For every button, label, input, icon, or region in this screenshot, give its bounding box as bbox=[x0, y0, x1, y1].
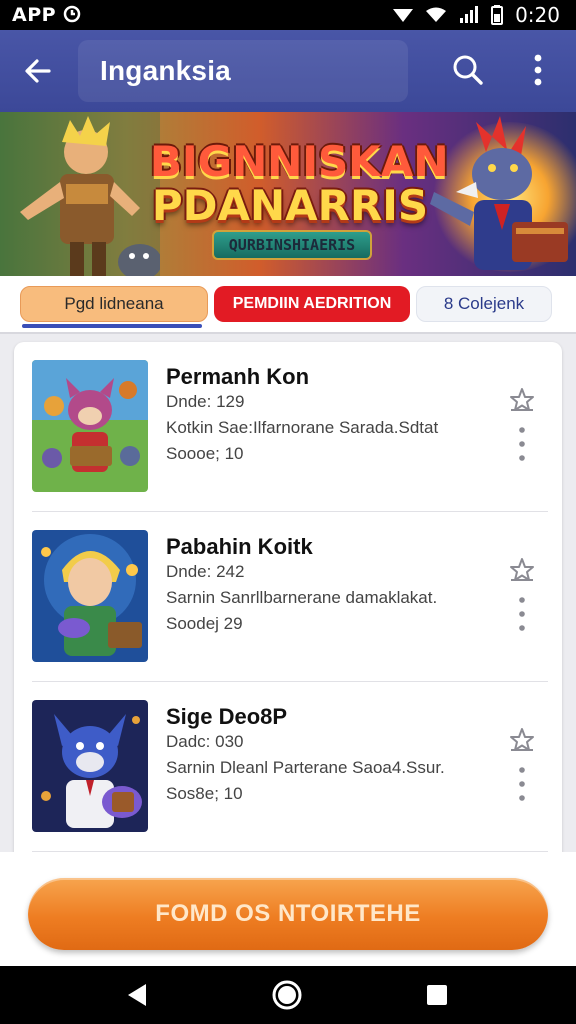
tab-bar: Pgd lidneana PEMDIIN AEDRITION 8 Colejen… bbox=[0, 276, 576, 334]
nav-back-button[interactable] bbox=[120, 978, 154, 1012]
item-thumbnail bbox=[32, 700, 148, 832]
banner-plaque: QURBINSHIAERIS bbox=[212, 230, 372, 260]
signal-icon bbox=[393, 9, 414, 22]
primary-action-button[interactable]: FOMD OS NTOIRTEHE bbox=[28, 878, 548, 950]
status-app-label: APP bbox=[12, 4, 81, 26]
favorite-star-icon[interactable] bbox=[508, 726, 536, 754]
list-item[interactable]: Pabahin Koitk Dnde: 242 Sarnin Sanrllbar… bbox=[14, 512, 562, 682]
status-icons: 0:20 bbox=[393, 3, 560, 27]
status-time: 0:20 bbox=[515, 3, 560, 27]
game-list: Permanh Kon Dnde: 129 Kotkin Sae:Ilfarno… bbox=[14, 342, 562, 862]
search-button[interactable] bbox=[446, 48, 490, 92]
item-title: Permanh Kon bbox=[166, 364, 310, 389]
item-description: Kotkin Sae:Ilfarnorane Sarada.Sdtat bbox=[166, 418, 439, 437]
tab-pgd-lidneana[interactable]: Pgd lidneana bbox=[20, 286, 208, 322]
tab-pemdiin-aedrition[interactable]: PEMDIIN AEDRITION bbox=[214, 286, 410, 322]
item-thumbnail bbox=[32, 360, 148, 492]
list-item[interactable]: Sige Deo8P Dadc: 030 Sarnin Dleanl Parte… bbox=[14, 682, 562, 852]
favorite-star-icon[interactable] bbox=[508, 556, 536, 584]
cell-bars-icon bbox=[460, 6, 479, 23]
item-thumbnail bbox=[32, 530, 148, 662]
item-thumbnail-art bbox=[32, 700, 148, 832]
nav-home-button[interactable] bbox=[270, 978, 304, 1012]
favorite-star-icon[interactable] bbox=[508, 386, 536, 414]
item-code: Dnde: 242 bbox=[166, 562, 245, 581]
item-score: Soodej 29 bbox=[166, 614, 243, 633]
item-thumbnail-art bbox=[32, 360, 148, 492]
list-item[interactable]: Permanh Kon Dnde: 129 Kotkin Sae:Ilfarno… bbox=[14, 342, 562, 512]
banner-hero-left-illustration bbox=[0, 112, 160, 276]
status-app-text: APP bbox=[12, 4, 57, 26]
item-more-icon[interactable] bbox=[512, 424, 532, 464]
item-description: Sarnin Sanrllbarnerane damaklakat. bbox=[166, 588, 438, 607]
wifi-icon bbox=[426, 7, 447, 22]
title-container: Inganksia bbox=[78, 40, 408, 102]
back-arrow-icon bbox=[25, 59, 51, 83]
app-toolbar: Inganksia bbox=[0, 30, 576, 112]
battery-icon bbox=[491, 5, 504, 25]
overflow-menu-button[interactable] bbox=[516, 48, 560, 92]
banner-logo-line1: BIGNNISKAN bbox=[150, 137, 449, 186]
back-button[interactable] bbox=[16, 49, 60, 93]
system-nav-bar bbox=[0, 966, 576, 1024]
item-code: Dadc: 030 bbox=[166, 732, 244, 751]
item-title: Sige Deo8P bbox=[166, 704, 288, 729]
item-score: Sos8e; 10 bbox=[166, 784, 243, 803]
banner-logo: BIGNNISKAN PDANARRIS bbox=[150, 137, 449, 230]
page-title: Inganksia bbox=[100, 55, 231, 86]
search-icon bbox=[453, 55, 483, 85]
item-description: Sarnin Dleanl Parterane Saoa4.Ssur. bbox=[166, 758, 445, 777]
item-title: Pabahin Koitk bbox=[166, 534, 313, 559]
promo-banner[interactable]: BIGNNISKAN PDANARRIS QURBINSHIAERIS bbox=[0, 112, 576, 276]
banner-hero-right-illustration bbox=[430, 116, 568, 270]
nav-recents-button[interactable] bbox=[420, 978, 454, 1012]
banner-logo-line2: PDANARRIS bbox=[151, 181, 429, 230]
notification-icon bbox=[63, 5, 81, 23]
item-code: Dnde: 129 bbox=[166, 392, 245, 411]
bottom-action-area: FOMD OS NTOIRTEHE bbox=[0, 852, 576, 966]
nav-home-icon bbox=[272, 980, 302, 1010]
item-more-icon[interactable] bbox=[512, 594, 532, 634]
tab-colejenk[interactable]: 8 Colejenk bbox=[416, 286, 552, 322]
nav-back-icon bbox=[128, 984, 146, 1006]
tab-selected-indicator bbox=[22, 324, 202, 328]
nav-recents-icon bbox=[427, 985, 447, 1005]
item-score: Soooe; 10 bbox=[166, 444, 244, 463]
item-more-icon[interactable] bbox=[512, 764, 532, 804]
more-vert-icon bbox=[534, 54, 542, 86]
status-bar: APP 0:20 bbox=[0, 0, 576, 30]
item-thumbnail-art bbox=[32, 530, 148, 662]
